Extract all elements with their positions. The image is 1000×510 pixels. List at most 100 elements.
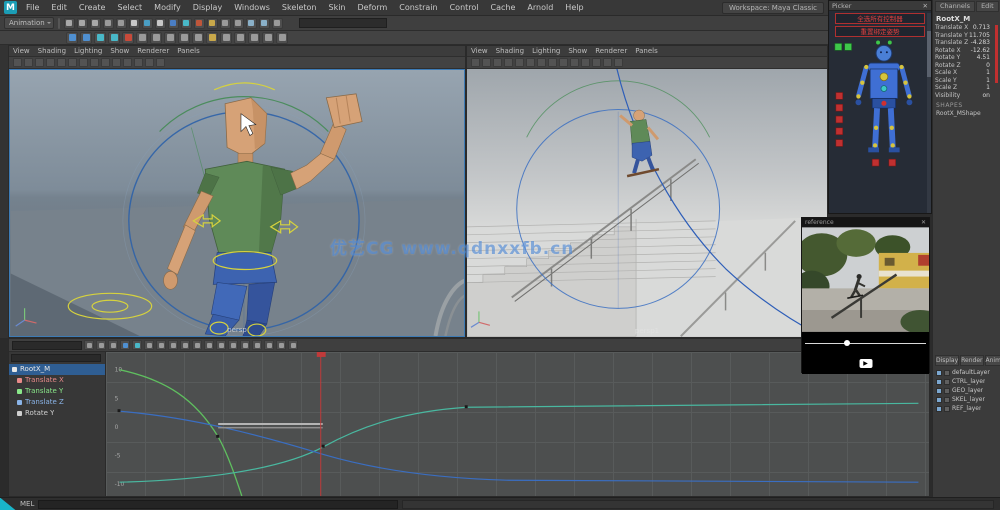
- close-icon[interactable]: ✕: [921, 219, 926, 226]
- viewport-toolbar-icon[interactable]: [471, 58, 480, 67]
- graph-tool-icon[interactable]: [144, 340, 154, 350]
- layer-tab[interactable]: Anim: [985, 355, 1000, 366]
- viewport-toolbar-icon[interactable]: [493, 58, 502, 67]
- status-icon[interactable]: [142, 18, 153, 29]
- menu-item[interactable]: File: [21, 0, 44, 16]
- workspace-selector[interactable]: Workspace: Maya Classic: [722, 2, 824, 14]
- character-right-hand[interactable]: [326, 94, 362, 128]
- picker-left-buttons[interactable]: [835, 43, 852, 146]
- status-icon[interactable]: [168, 18, 179, 29]
- viewport-menu-item[interactable]: Lighting: [528, 47, 564, 55]
- picker-select-button[interactable]: 重置绑定姿势: [835, 26, 925, 37]
- shelf-icon[interactable]: [150, 32, 162, 44]
- status-icon[interactable]: [272, 18, 283, 29]
- channel-box-menu-item[interactable]: Channels: [935, 1, 975, 12]
- viewport-toolbar-icon[interactable]: [24, 58, 33, 67]
- channel-row[interactable]: Scale Z1: [935, 84, 998, 92]
- channel-row[interactable]: Rotate X-12.62: [935, 47, 998, 55]
- picker-select-button[interactable]: 全选所有控制器: [835, 13, 925, 24]
- head-control-arc[interactable]: [214, 83, 275, 90]
- viewport-toolbar-icon[interactable]: [614, 58, 623, 67]
- shelf-icon[interactable]: [248, 32, 260, 44]
- menu-item[interactable]: Edit: [46, 0, 72, 16]
- viewport-menu-item[interactable]: View: [9, 47, 34, 55]
- menu-item[interactable]: Control: [445, 0, 484, 16]
- menu-item[interactable]: Display: [188, 0, 228, 16]
- status-icon[interactable]: [246, 18, 257, 29]
- status-icon[interactable]: [155, 18, 166, 29]
- graph-tool-icon[interactable]: [192, 340, 202, 350]
- play-icon[interactable]: ▶: [859, 359, 872, 368]
- layer-row[interactable]: GEO_layer: [933, 386, 1000, 395]
- channel-row[interactable]: Scale X1: [935, 69, 998, 77]
- layer-playback-toggle[interactable]: [944, 388, 950, 394]
- menu-item[interactable]: Select: [112, 0, 147, 16]
- viewport-left-canvas[interactable]: persp: [9, 69, 465, 337]
- viewport-toolbar-icon[interactable]: [482, 58, 491, 67]
- viewport-menu-item[interactable]: View: [467, 47, 492, 55]
- shelf-icon[interactable]: [206, 32, 218, 44]
- viewport-toolbar-icon[interactable]: [592, 58, 601, 67]
- channel-box-object-name[interactable]: RootX_M: [933, 13, 1000, 24]
- shape-row[interactable]: RootX_MShape: [933, 110, 1000, 118]
- viewport-menu-item[interactable]: Panels: [631, 47, 662, 55]
- status-icon[interactable]: [181, 18, 192, 29]
- graph-tool-icon[interactable]: [120, 340, 130, 350]
- viewport-menu-item[interactable]: Renderer: [133, 47, 173, 55]
- tool-icon[interactable]: [2, 96, 7, 101]
- menu-item[interactable]: Cache: [486, 0, 521, 16]
- graph-tool-icon[interactable]: [84, 340, 94, 350]
- graph-tool-icon[interactable]: [264, 340, 274, 350]
- graph-tool-icon[interactable]: [96, 340, 106, 350]
- status-icon[interactable]: [194, 18, 205, 29]
- viewport-toolbar-icon[interactable]: [603, 58, 612, 67]
- tool-icon[interactable]: [2, 87, 7, 92]
- viewport-toolbar-icon[interactable]: [145, 58, 154, 67]
- translateY-curve[interactable]: [120, 370, 242, 496]
- picker-scrollbar[interactable]: [927, 13, 931, 213]
- graph-tool-icon[interactable]: [240, 340, 250, 350]
- status-icon[interactable]: [90, 18, 101, 29]
- viewport-toolbar-icon[interactable]: [537, 58, 546, 67]
- translateZ-curve[interactable]: [120, 403, 919, 482]
- viewport-toolbar-icon[interactable]: [134, 58, 143, 67]
- status-icon[interactable]: [77, 18, 88, 29]
- shelf-icon[interactable]: [136, 32, 148, 44]
- selected-tangent-handle[interactable]: [218, 423, 323, 425]
- layer-visibility-toggle[interactable]: [936, 406, 942, 412]
- channel-row[interactable]: Visibilityon: [935, 92, 998, 100]
- menu-item[interactable]: Skeleton: [277, 0, 322, 16]
- viewport-menu-item[interactable]: Panels: [173, 47, 204, 55]
- layer-tab[interactable]: Render: [960, 355, 983, 366]
- viewport-menu-item[interactable]: Shading: [492, 47, 528, 55]
- status-icon[interactable]: [116, 18, 127, 29]
- shelf-icon[interactable]: [178, 32, 190, 44]
- viewport-toolbar-icon[interactable]: [570, 58, 579, 67]
- shelf-icon[interactable]: [80, 32, 92, 44]
- small-character[interactable]: [620, 110, 659, 176]
- menu-item[interactable]: Create: [74, 0, 111, 16]
- status-icon[interactable]: [129, 18, 140, 29]
- shelf-icon[interactable]: [276, 32, 288, 44]
- channel-row[interactable]: Scale Y1: [935, 77, 998, 85]
- graph-tool-icon[interactable]: [168, 340, 178, 350]
- viewport-toolbar-icon[interactable]: [526, 58, 535, 67]
- tool-icon[interactable]: [2, 69, 7, 74]
- layer-playback-toggle[interactable]: [944, 397, 950, 403]
- graph-channel-row[interactable]: Rotate Y: [9, 408, 105, 419]
- current-time-marker[interactable]: [317, 352, 326, 357]
- viewport-right-canvas[interactable]: persp1: [467, 69, 827, 337]
- graph-channel-row[interactable]: RootX_M: [9, 364, 105, 375]
- menu-item[interactable]: Windows: [229, 0, 275, 16]
- shelf-icon[interactable]: [262, 32, 274, 44]
- graph-tool-icon[interactable]: [132, 340, 142, 350]
- tool-icon[interactable]: [2, 51, 7, 56]
- channel-row[interactable]: Translate Y11.705: [935, 32, 998, 40]
- layer-tab[interactable]: Display: [935, 355, 959, 366]
- viewport-toolbar-icon[interactable]: [57, 58, 66, 67]
- picker-humanoid[interactable]: [855, 41, 912, 167]
- viewport-toolbar-icon[interactable]: [101, 58, 110, 67]
- graph-tool-icon[interactable]: [204, 340, 214, 350]
- graph-stats-field[interactable]: [12, 341, 82, 350]
- channel-filter-input[interactable]: [11, 354, 101, 362]
